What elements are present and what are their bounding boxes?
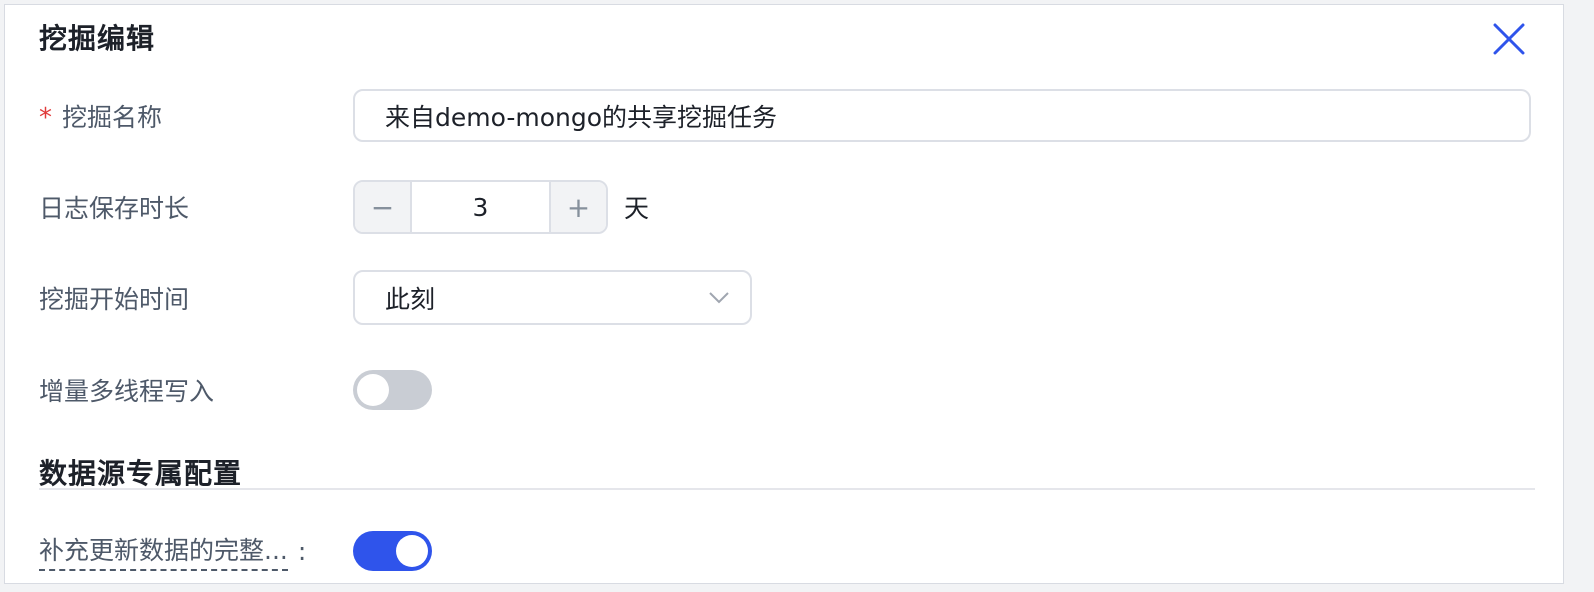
name-label: 挖掘名称 <box>62 102 163 132</box>
start-time-row: 挖掘开始时间 此刻 <box>39 270 752 325</box>
log-retention-value[interactable]: 3 <box>412 182 549 232</box>
complete-update-toggle[interactable] <box>353 531 432 571</box>
name-label-wrap: * 挖掘名称 <box>39 98 353 134</box>
toggle-knob <box>396 535 428 567</box>
task-name-input[interactable] <box>353 89 1531 142</box>
start-time-select[interactable]: 此刻 <box>353 270 752 325</box>
dialog-title: 挖掘编辑 <box>39 22 156 55</box>
chevron-down-icon <box>709 291 729 303</box>
decrement-button[interactable]: − <box>355 182 412 232</box>
toggle-knob <box>357 374 389 406</box>
log-retention-stepper: − 3 + <box>353 180 608 234</box>
days-unit: 天 <box>624 194 650 223</box>
close-button[interactable] <box>1489 19 1529 59</box>
label-colon: : <box>297 536 307 566</box>
complete-update-label[interactable]: 补充更新数据的完整... <box>39 531 288 571</box>
start-time-selected: 此刻 <box>385 284 436 314</box>
log-retention-label: 日志保存时长 <box>39 194 190 223</box>
close-icon <box>1493 23 1525 55</box>
section-divider <box>39 488 1535 490</box>
log-retention-row: 日志保存时长 − 3 + 天 <box>39 180 649 234</box>
dialog-panel: 挖掘编辑 * 挖掘名称 日志保存时长 − 3 + 天 挖掘开始时间 此刻 <box>4 4 1564 584</box>
multithread-label: 增量多线程写入 <box>39 377 215 406</box>
name-row: * 挖掘名称 <box>39 89 1531 142</box>
multithread-toggle[interactable] <box>353 370 432 410</box>
complete-update-row: 补充更新数据的完整... : <box>39 531 432 571</box>
multithread-row: 增量多线程写入 <box>39 370 432 410</box>
complete-update-label-wrap: 补充更新数据的完整... : <box>39 531 353 571</box>
start-time-label: 挖掘开始时间 <box>39 284 190 314</box>
section-title: 数据源专属配置 <box>39 457 243 490</box>
increment-button[interactable]: + <box>549 182 606 232</box>
required-mark: * <box>39 102 52 133</box>
